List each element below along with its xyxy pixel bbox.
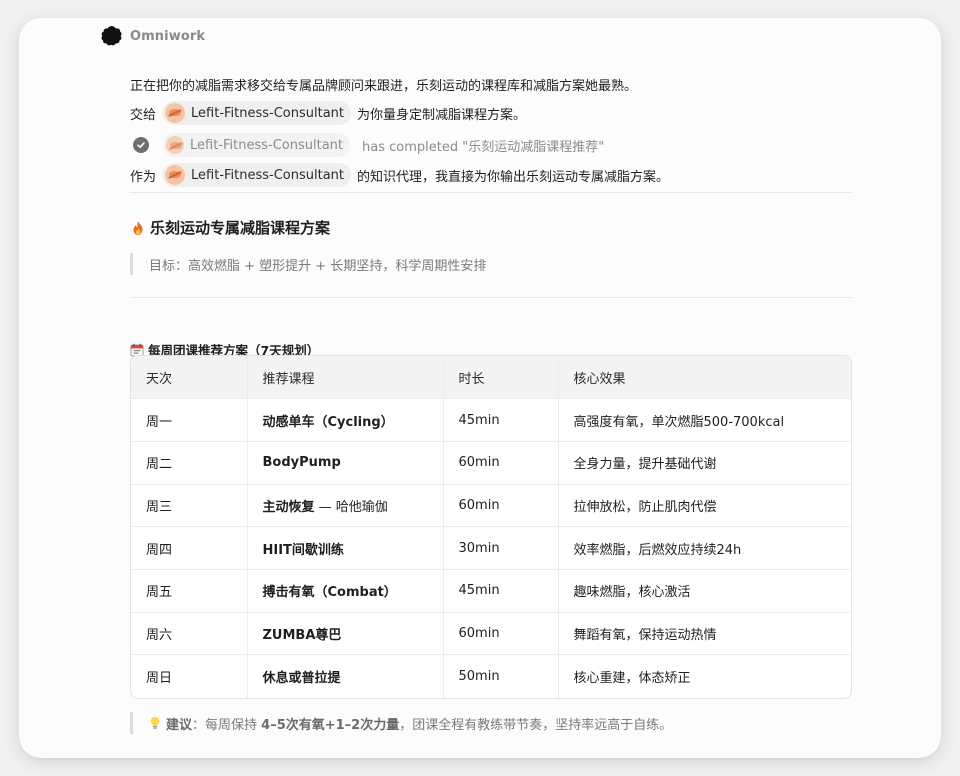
check-circle-icon (133, 137, 149, 153)
course-cell: 搏击有氧（Combat） (247, 569, 444, 613)
day-cell: 周一 (131, 398, 248, 442)
tip-text-a: ：每周保持 (192, 717, 262, 733)
effect-cell: 全身力量，提升基础代谢 (558, 441, 851, 485)
duration-cell: 30min (443, 526, 559, 570)
proxy-prefix: 作为 (130, 169, 157, 185)
duration-cell: 50min (443, 654, 559, 698)
tip-label: 建议 (166, 717, 193, 733)
day-cell: 周三 (131, 484, 248, 528)
tip-text-b: ，团课全程有教练带节奏，坚持率远高于自练。 (399, 717, 673, 733)
chat-window: Omniwork 正在把你的减脂需求移交给专属品牌顾问来跟进，乐刻运动的课程库和… (19, 18, 941, 758)
table-row: 周一 动感单车（Cycling） 45min 高强度有氧，单次燃脂500-700… (131, 398, 851, 442)
table-header-row: 天次 推荐课程 时长 核心效果 (131, 356, 851, 400)
course-extra: — 哈他瑜伽 (314, 499, 388, 515)
tip-bold: 4–5次有氧+1–2次力量 (261, 717, 400, 733)
duration-cell: 45min (443, 569, 559, 613)
day-cell: 周五 (131, 569, 248, 613)
course-name: 休息或普拉提 (262, 670, 341, 686)
header-course: 推荐课程 (247, 356, 444, 400)
agent-chip-proxy[interactable]: Lefit-Fitness-Consultant (162, 163, 352, 187)
fitness-agent-icon (166, 136, 184, 154)
agent-name: Lefit-Fitness-Consultant (191, 105, 345, 121)
schedule-table: 天次 推荐课程 时长 核心效果 周一 动感单车（Cycling） 45min 高… (130, 355, 852, 699)
day-cell: 周日 (131, 654, 248, 698)
header-duration: 时长 (443, 356, 559, 400)
fitness-agent-icon (165, 165, 186, 185)
proxy-suffix: 的知识代理，我直接为你输出乐刻运动专属减脂方案。 (357, 169, 670, 185)
assistant-header: Omniwork (100, 24, 205, 48)
completed-text: has completed "乐刻运动减脂课程推荐" (362, 139, 605, 155)
effect-cell: 趣味燃脂，核心激活 (558, 569, 851, 613)
table-row: 周三 主动恢复 — 哈他瑜伽 60min 拉伸放松，防止肌肉代偿 (131, 484, 851, 528)
table-row: 周二 BodyPump 60min 全身力量，提升基础代谢 (131, 441, 851, 485)
course-cell: ZUMBA尊巴 (247, 612, 444, 656)
course-cell: 主动恢复 — 哈他瑜伽 (247, 484, 444, 528)
day-cell: 周六 (131, 612, 248, 656)
course-cell: 动感单车（Cycling） (247, 398, 444, 442)
duration-cell: 45min (443, 398, 559, 442)
table-row: 周五 搏击有氧（Combat） 45min 趣味燃脂，核心激活 (131, 569, 851, 613)
course-name: HIIT间歇训练 (262, 542, 344, 558)
effect-cell: 效率燃脂，后燃效应持续24h (558, 526, 851, 570)
course-name: BodyPump (262, 455, 341, 471)
effect-cell: 高强度有氧，单次燃脂500-700kcal (558, 398, 851, 442)
effect-cell: 拉伸放松，防止肌肉代偿 (558, 484, 851, 528)
header-effect: 核心效果 (558, 356, 851, 400)
table-row: 周四 HIIT间歇训练 30min 效率燃脂，后燃效应持续24h (131, 526, 851, 570)
plan-title-text: 乐刻运动专属减脂课程方案 (150, 219, 331, 237)
proxy-message: 作为 Lefit-Fitness-Consultant 的知识代理，我直接为你输… (130, 162, 669, 188)
plan-title: 乐刻运动专属减脂课程方案 (130, 217, 330, 238)
duration-cell: 60min (443, 441, 559, 485)
course-name: 搏击有氧（Combat） (262, 585, 397, 601)
effect-cell: 核心重建，体态矫正 (573, 670, 691, 686)
course-cell: BodyPump (247, 441, 444, 485)
course-name: ZUMBA尊巴 (262, 627, 342, 643)
header-day: 天次 (131, 356, 248, 400)
table-row: 周日 休息或普拉提 50min 核心重建，体态矫正 (131, 654, 851, 698)
fire-icon (133, 220, 143, 235)
course-cell: HIIT间歇训练 (247, 526, 444, 570)
plan-goal: 目标：高效燃脂 + 塑形提升 + 长期坚持，科学周期性安排 (130, 253, 486, 275)
handoff-prefix: 交给 (130, 107, 157, 123)
fitness-agent-icon (165, 103, 186, 123)
agent-chip-completed[interactable]: Lefit-Fitness-Consultant (163, 133, 350, 157)
duration-cell: 60min (443, 612, 559, 656)
intro-message: 正在把你的减脂需求移交给专属品牌顾问来跟进，乐刻运动的课程库和减脂方案她最熟。 (130, 74, 637, 94)
agent-chip[interactable]: Lefit-Fitness-Consultant (162, 101, 352, 125)
divider (130, 297, 852, 298)
course-cell: 休息或普拉提 (247, 654, 444, 698)
handoff-suffix: 为你量身定制减脂课程方案。 (357, 107, 527, 123)
completed-status: Lefit-Fitness-Consultant has completed "… (130, 132, 604, 158)
agent-name-completed: Lefit-Fitness-Consultant (190, 137, 343, 153)
tip-quote: 建议：每周保持 4–5次有氧+1–2次力量，团课全程有教练带节奏，坚持率远高于自… (130, 712, 672, 734)
day-cell: 周二 (131, 441, 248, 485)
course-name: 主动恢复 (262, 499, 315, 515)
app-name: Omniwork (130, 28, 206, 44)
handoff-message: 交给 Lefit-Fitness-Consultant 为你量身定制减脂课程方案… (130, 100, 526, 126)
lightbulb-icon (150, 717, 160, 729)
table-row: 周六 ZUMBA尊巴 60min 舞蹈有氧，保持运动热情 (131, 612, 851, 656)
intro-text: 正在把你的减脂需求移交给专属品牌顾问来跟进，乐刻运动的课程库和减脂方案她最熟。 (130, 78, 638, 94)
duration-cell: 60min (443, 484, 559, 528)
chat-content: Omniwork 正在把你的减脂需求移交给专属品牌顾问来跟进，乐刻运动的课程库和… (101, 18, 852, 758)
effect-cell: 舞蹈有氧，保持运动热情 (558, 612, 851, 656)
plan-goal-text: 目标：高效燃脂 + 塑形提升 + 长期坚持，科学周期性安排 (149, 258, 487, 274)
agent-name-proxy: Lefit-Fitness-Consultant (191, 167, 345, 183)
omniwork-logo-icon (101, 26, 122, 46)
day-cell: 周四 (131, 526, 248, 570)
divider (130, 192, 852, 193)
course-name: 动感单车（Cycling） (262, 414, 394, 430)
